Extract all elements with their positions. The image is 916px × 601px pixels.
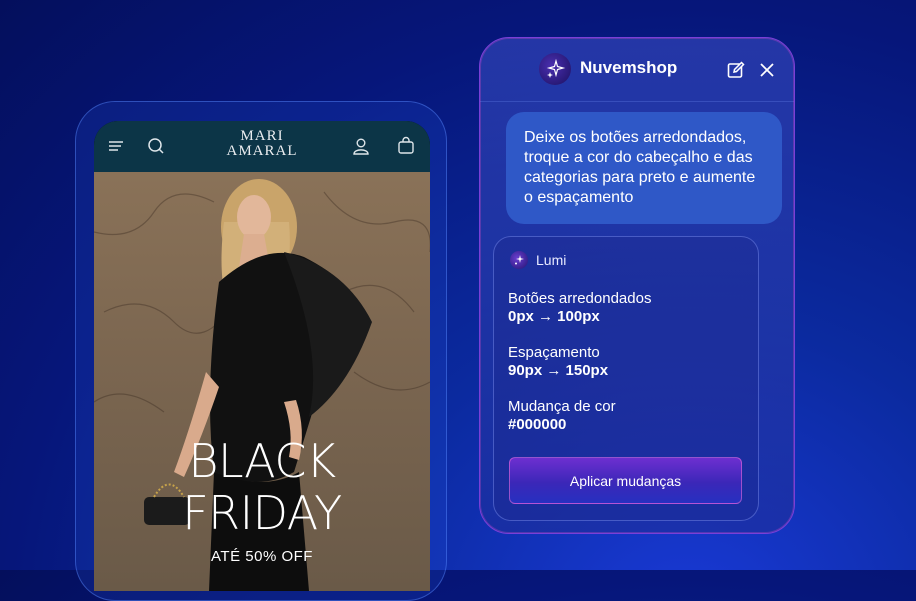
change-label: Botões arredondados [508,290,652,307]
change-item: Botões arredondados 0px → 100px [508,290,651,326]
user-icon[interactable] [350,135,372,157]
ai-chat-panel: Nuvemshop Deixe os botões arredondados, … [479,37,795,534]
assistant-response-card: Lumi Botões arredondados 0px → 100px Esp… [493,236,759,521]
hero-title-line-2: FRIDAY [182,486,342,540]
change-value: #000000 [508,416,567,433]
chat-header: Nuvemshop [480,38,794,102]
hero-subtitle: ATÉ 50% OFF [211,548,313,565]
close-icon[interactable] [757,60,777,80]
phone-screen: MARI AMARAL BLACK FRIDAY ATÉ 50% OFF [94,121,430,591]
assistant-header: Lumi [510,251,566,269]
change-item: Espaçamento 90px → 150px [508,344,608,380]
assistant-name: Lumi [536,252,567,268]
user-message: Deixe os botões arredondados, troque a c… [506,112,782,224]
hero-title: BLACK FRIDAY [94,435,430,539]
store-logo[interactable]: MARI AMARAL [94,129,430,159]
brand-line-2: AMARAL [226,143,298,159]
apply-changes-button[interactable]: Aplicar mudanças [509,457,742,504]
lumi-avatar [510,251,528,269]
edit-icon[interactable] [726,60,746,80]
brand-line-1: MARI [240,128,284,144]
chat-logo [539,53,571,85]
sparkle-icon [546,58,566,78]
change-value: 90px → 150px [508,362,609,379]
change-label: Mudança de cor [508,398,616,415]
sparkle-icon [515,255,524,265]
change-item: Mudança de cor #000000 [508,398,616,434]
chat-title: Nuvemshop [580,58,678,77]
bag-icon[interactable] [395,135,417,157]
change-label: Espaçamento [508,344,600,361]
hero-title-line-1: BLACK [188,434,336,488]
store-header: MARI AMARAL [94,121,430,172]
change-value: 0px → 100px [508,308,600,325]
hero-banner[interactable]: BLACK FRIDAY ATÉ 50% OFF [94,172,430,591]
